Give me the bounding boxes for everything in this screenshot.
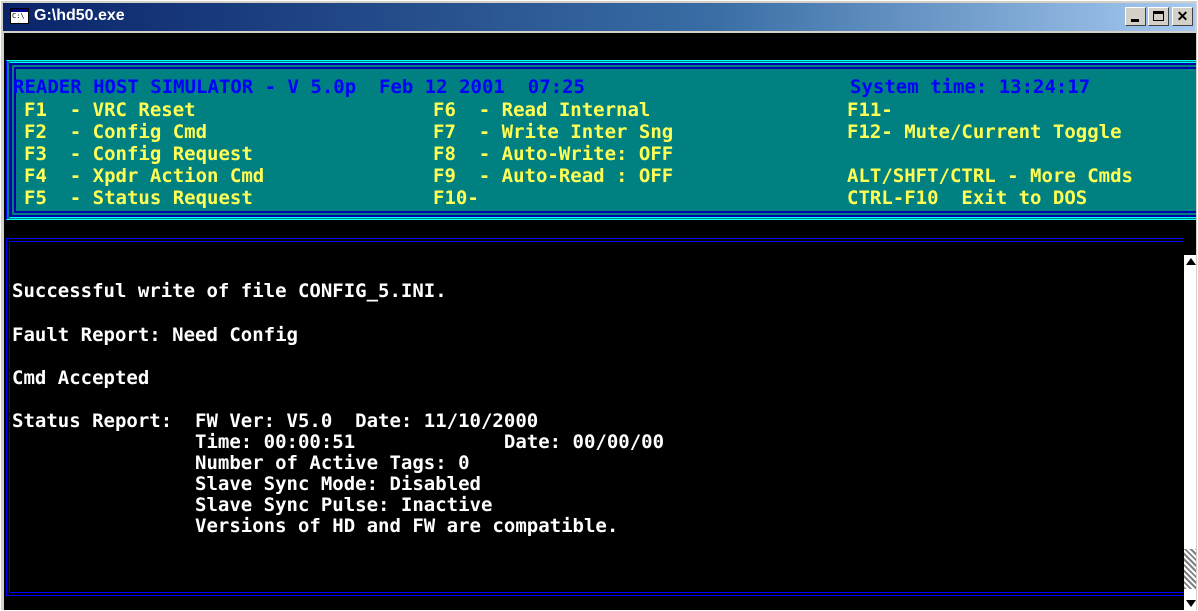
close-icon: ✕ xyxy=(1176,8,1189,24)
fkey-f10: F10- xyxy=(433,187,479,209)
output-line: Successful write of file CONFIG_5.INI. xyxy=(12,280,447,302)
output-line: Time: 00:00:51 Date: 00/00/00 xyxy=(12,431,665,453)
scroll-down-arrow-icon[interactable] xyxy=(1184,596,1196,610)
fkey-f4: F4 - Xpdr Action Cmd xyxy=(24,165,265,187)
console-app-icon[interactable] xyxy=(10,8,29,24)
window-title: G:\hd50.exe xyxy=(34,7,125,24)
fkey-f6: F6 - Read Internal xyxy=(433,99,651,121)
vertical-scrollbar[interactable] xyxy=(1184,255,1196,610)
minimize-icon xyxy=(1131,19,1139,22)
fkey-f1: F1 - VRC Reset xyxy=(24,99,196,121)
more-commands-hint: ALT/SHFT/CTRL - More Cmds xyxy=(847,165,1133,187)
console-window: G:\hd50.exe ✕ READER HOST SIMULATOR - V … xyxy=(0,0,1198,611)
output-line: Versions of HD and FW are compatible. xyxy=(12,515,619,537)
exit-to-dos-hint: CTRL-F10 Exit to DOS xyxy=(847,187,1088,209)
scroll-track[interactable] xyxy=(1184,269,1196,549)
close-button[interactable]: ✕ xyxy=(1172,7,1193,26)
console-screen[interactable]: READER HOST SIMULATOR - V 5.0p Feb 12 20… xyxy=(4,33,1196,610)
fkey-f12: F12- Mute/Current Toggle xyxy=(847,121,1122,143)
maximize-button[interactable] xyxy=(1148,7,1169,26)
minimize-button[interactable] xyxy=(1125,7,1146,26)
output-line: Number of Active Tags: 0 xyxy=(12,452,470,474)
output-line: Slave Sync Pulse: Inactive xyxy=(12,494,493,516)
system-time: System time: 13:24:17 xyxy=(850,76,1091,98)
scroll-thumb[interactable] xyxy=(1184,549,1196,589)
output-line: Fault Report: Need Config xyxy=(12,324,298,346)
scroll-up-arrow-icon[interactable] xyxy=(1184,255,1196,269)
fkey-f9: F9 - Auto-Read : OFF xyxy=(433,165,674,187)
fkey-f5: F5 - Status Request xyxy=(24,187,253,209)
fkey-f3: F3 - Config Request xyxy=(24,143,253,165)
fkey-f7: F7 - Write Inter Sng xyxy=(433,121,674,143)
fkey-f11: F11- xyxy=(847,99,893,121)
output-line: Slave Sync Mode: Disabled xyxy=(12,473,481,495)
fkey-f2: F2 - Config Cmd xyxy=(24,121,208,143)
fkey-f8: F8 - Auto-Write: OFF xyxy=(433,143,674,165)
maximize-icon xyxy=(1153,11,1164,21)
output-line: Cmd Accepted xyxy=(12,367,150,389)
output-line: Status Report: FW Ver: V5.0 Date: 11/10/… xyxy=(12,410,539,432)
simulator-header: READER HOST SIMULATOR - V 5.0p Feb 12 20… xyxy=(13,76,585,98)
title-bar[interactable]: G:\hd50.exe ✕ xyxy=(3,3,1195,31)
